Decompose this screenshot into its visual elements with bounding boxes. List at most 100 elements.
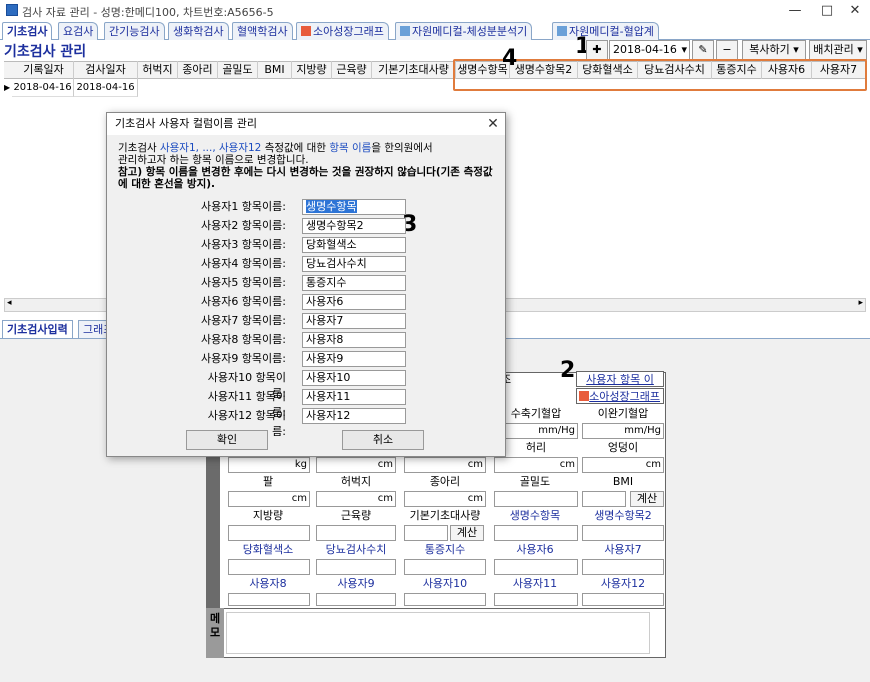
systolic-input[interactable]: mm/Hg (494, 423, 578, 439)
user6-input[interactable] (494, 559, 578, 575)
diastolic-input[interactable]: mm/Hg (582, 423, 664, 439)
column-header[interactable]: 골밀도 (218, 61, 258, 79)
dialog-info: 기초검사 사용자1, ..., 사용자12 측정값에 대한 항목 이름을 한의원… (118, 142, 498, 190)
thigh-input[interactable]: cm (316, 491, 396, 507)
arm-input[interactable]: cm (228, 491, 310, 507)
column-header[interactable]: 종아리 (178, 61, 218, 79)
bmr-calc-button[interactable]: 계산 (450, 525, 484, 541)
ok-button[interactable]: 확인 (186, 430, 268, 450)
tab-blood-pressure[interactable]: 자원메디컬-혈압계 (552, 22, 659, 40)
muscle-input[interactable] (316, 525, 396, 541)
dialog-field-label: 사용자12 항목이름: (207, 409, 286, 438)
dialog-field-input[interactable]: 사용자6 (302, 294, 406, 310)
hip-label: 엉덩이 (607, 441, 639, 454)
delete-icon: − (722, 43, 732, 56)
column-header[interactable]: 지방량 (292, 61, 332, 79)
dialog-field-input[interactable]: 사용자12 (302, 408, 406, 424)
dialog-field-input[interactable]: 사용자11 (302, 389, 406, 405)
dialog-field-label: 사용자11 항목이름: (207, 390, 286, 419)
dialog-field-input[interactable]: 사용자9 (302, 351, 406, 367)
column-header[interactable]: 허벅지 (138, 61, 178, 79)
cancel-button[interactable]: 취소 (342, 430, 424, 450)
copy-button[interactable]: 복사하기 ▾ (742, 40, 806, 60)
subtab-input[interactable]: 기초검사입력 (2, 320, 73, 338)
bmi-input[interactable] (582, 491, 626, 507)
info-highlight: 사용자1, ..., 사용자12 (159, 142, 262, 154)
column-header[interactable]: 검사일자 (74, 61, 138, 79)
tab-liver-exam[interactable]: 간기능검사 (104, 22, 165, 40)
user3-input[interactable] (228, 559, 310, 575)
calf-input[interactable]: cm (404, 491, 486, 507)
tab-biochem-exam[interactable]: 생화학검사 (168, 22, 229, 40)
user11-input[interactable] (494, 593, 578, 606)
fat-input[interactable] (228, 525, 310, 541)
dialog-field-input[interactable]: 생명수항목2 (302, 218, 406, 234)
user9-input[interactable] (316, 593, 396, 606)
user4-input[interactable] (316, 559, 396, 575)
user1-input[interactable] (494, 525, 578, 541)
bone-density-input[interactable] (494, 491, 578, 507)
device-icon (557, 26, 567, 36)
user10-input[interactable] (404, 593, 486, 606)
title-bar: 검사 자료 관리 - 성명:한메디100, 차트번호:A5656-5 — □ ✕ (0, 0, 870, 22)
column-header[interactable]: 기록일자 (14, 61, 74, 79)
waist-input[interactable]: cm (494, 457, 578, 473)
bmi-calc-button[interactable]: 계산 (630, 491, 664, 507)
tab-basic-exam[interactable]: 기초검사 (2, 22, 53, 40)
info-text: 관리하고자 하는 항목 이름으로 변경합니다. (118, 154, 309, 166)
info-text: 측정값에 대한 (261, 142, 330, 154)
user3-label: 당화혈색소 (242, 543, 294, 556)
tab-hematology-exam[interactable]: 혈액학검사 (232, 22, 293, 40)
dialog-field-input[interactable]: 사용자8 (302, 332, 406, 348)
delete-record-button[interactable]: − (716, 40, 738, 60)
tab-label: 혈액학검사 (237, 25, 288, 38)
growth-graph-link[interactable]: 소아성장그래프 (576, 388, 664, 404)
dialog-field-value: 사용자10 (306, 371, 351, 384)
dialog-close-button[interactable]: ✕ (483, 113, 503, 135)
bmr-input[interactable] (404, 525, 448, 541)
dialog-field-value: 당뇨검사수치 (306, 257, 367, 270)
tab-urine-exam[interactable]: 요검사 (58, 22, 99, 40)
memo-label: 메모 (206, 608, 224, 658)
fat-label: 지방량 (252, 509, 284, 522)
memo-textarea[interactable] (226, 612, 650, 654)
user5-input[interactable] (404, 559, 486, 575)
dialog-field-input[interactable]: 사용자10 (302, 370, 406, 386)
add-record-button[interactable]: ✚ (586, 40, 608, 60)
batch-button[interactable]: 배치관리 ▾ (809, 40, 867, 60)
user7-input[interactable] (582, 559, 664, 575)
table-cell[interactable]: 2018-04-16 (12, 79, 74, 97)
scroll-left-icon[interactable]: ◂ (7, 298, 12, 308)
date-picker[interactable]: 2018-04-16 ▾ (609, 40, 690, 60)
column-header[interactable]: BMI (258, 61, 292, 79)
dialog-field-input[interactable]: 당화혈색소 (302, 237, 406, 253)
edit-record-button[interactable]: ✎ (692, 40, 714, 60)
tab-label: 요검사 (63, 25, 94, 38)
muscle-label: 근육량 (340, 509, 372, 522)
dialog-field-input[interactable]: 사용자7 (302, 313, 406, 329)
chest-input[interactable]: cm (404, 457, 486, 473)
dialog-field-input[interactable]: 당뇨검사수치 (302, 256, 406, 272)
column-header[interactable]: 근육량 (332, 61, 372, 79)
user-item-name-link[interactable]: 사용자 항목 이름... (576, 371, 664, 402)
height-input[interactable]: cm (316, 457, 396, 473)
weight-input[interactable]: kg (228, 457, 310, 473)
maximize-button[interactable]: □ (812, 2, 842, 20)
tab-body-composition[interactable]: 자원메디컬-체성분분석기 (395, 22, 533, 40)
minimize-button[interactable]: — (780, 2, 810, 20)
dialog-field-input[interactable]: 생명수항목 (302, 199, 406, 215)
user2-input[interactable] (582, 525, 664, 541)
close-button[interactable]: ✕ (840, 2, 870, 20)
column-header[interactable]: 기본기초대사량 (372, 61, 456, 79)
dialog-field-input[interactable]: 통증지수 (302, 275, 406, 291)
hip-input[interactable]: cm (582, 457, 664, 473)
user8-input[interactable] (228, 593, 310, 606)
dialog-field-label: 사용자6 항목이름: (200, 295, 286, 308)
scroll-right-icon[interactable]: ▸ (858, 298, 863, 308)
user12-input[interactable] (582, 593, 664, 606)
info-highlight: 항목 이름 (329, 142, 372, 154)
tab-label: 기초검사 (7, 25, 48, 38)
user8-label: 사용자8 (249, 577, 287, 590)
tab-child-growth[interactable]: 소아성장그래프 (296, 22, 389, 40)
table-cell[interactable]: 2018-04-16 (74, 79, 138, 97)
